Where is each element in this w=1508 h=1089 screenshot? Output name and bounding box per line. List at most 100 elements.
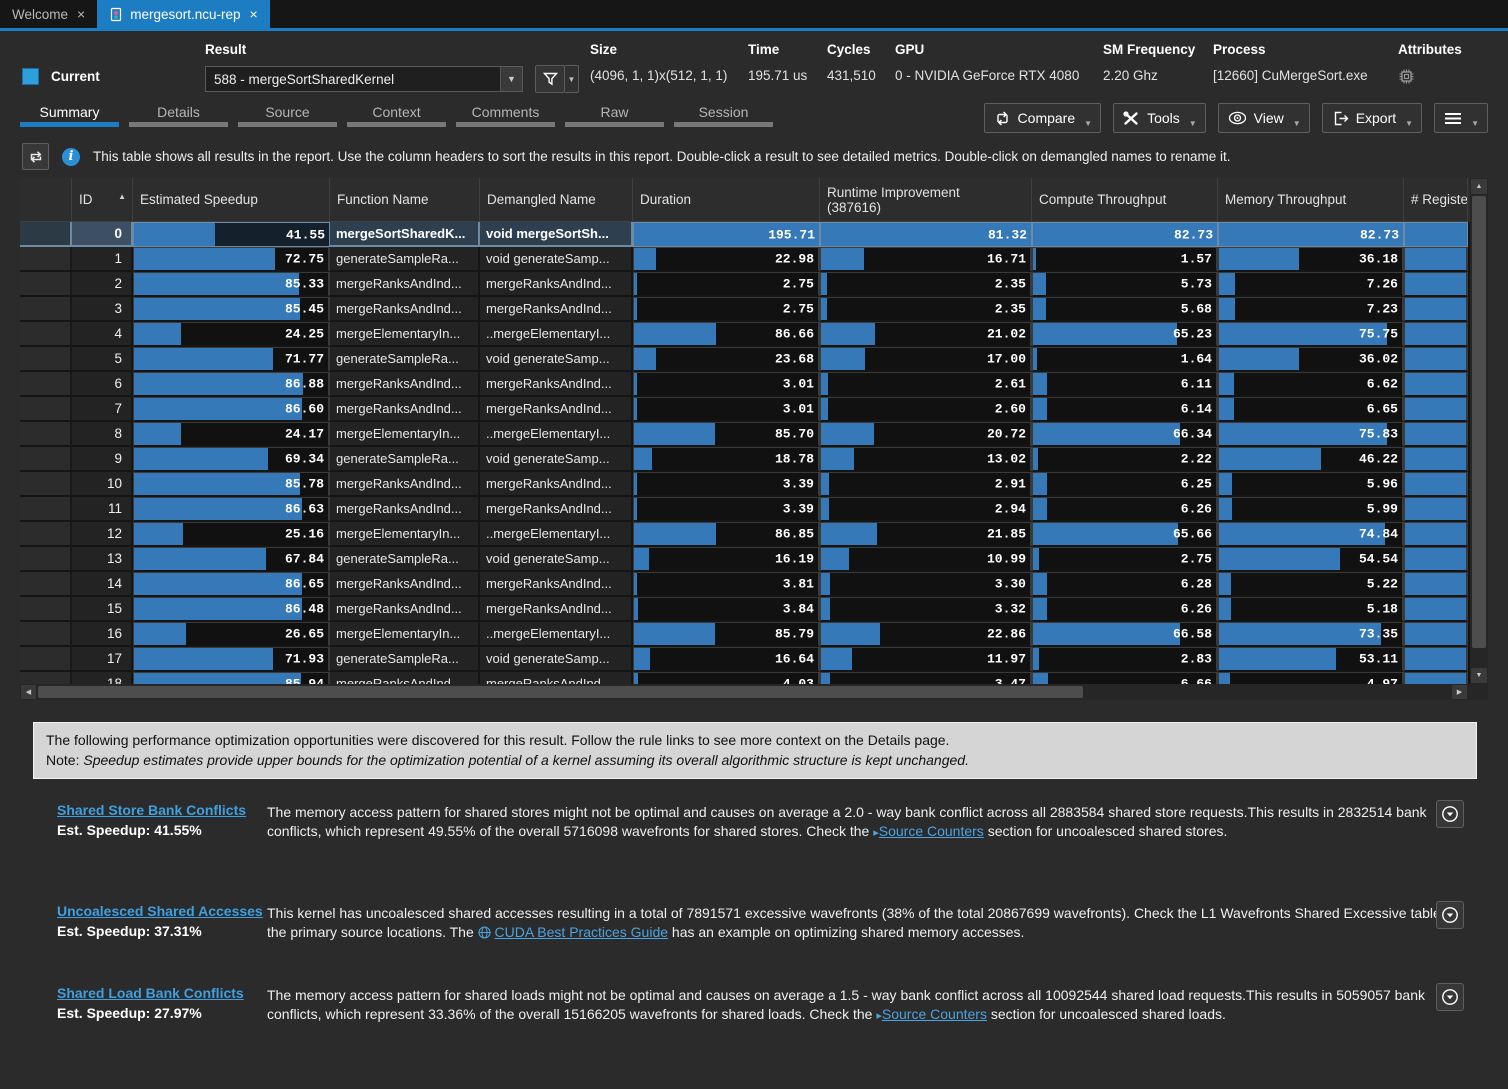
row-handle[interactable] <box>20 597 72 622</box>
cell-duration[interactable]: 85.79 <box>633 622 820 647</box>
cell-registers[interactable] <box>1404 422 1468 447</box>
column-header-duration[interactable]: Duration <box>633 178 820 222</box>
table-row[interactable]: 686.88mergeRanksAndInd...mergeRanksAndIn… <box>20 372 1470 397</box>
cell-id[interactable]: 15 <box>72 597 133 622</box>
row-handle[interactable] <box>20 322 72 347</box>
cell-runtime[interactable]: 3.30 <box>820 572 1032 597</box>
cell-speedup[interactable]: 25.16 <box>133 522 330 547</box>
cell-id[interactable]: 12 <box>72 522 133 547</box>
doc-tab-welcome[interactable]: Welcome× <box>0 0 97 28</box>
scroll-right-button[interactable]: ▶ <box>1452 685 1467 699</box>
cell-speedup[interactable]: 24.25 <box>133 322 330 347</box>
cell-function-name[interactable]: mergeRanksAndInd... <box>330 297 480 322</box>
filter-button[interactable] <box>535 65 565 93</box>
row-handle[interactable] <box>20 247 72 272</box>
cell-compute[interactable]: 2.75 <box>1032 547 1218 572</box>
cell-function-name[interactable]: generateSampleRa... <box>330 447 480 472</box>
scroll-left-button[interactable]: ◀ <box>21 685 36 699</box>
column-header-row-handle[interactable] <box>20 178 72 222</box>
table-row[interactable]: 385.45mergeRanksAndInd...mergeRanksAndIn… <box>20 297 1470 322</box>
cell-registers[interactable] <box>1404 297 1468 322</box>
cell-duration[interactable]: 3.01 <box>633 372 820 397</box>
horizontal-scrollbar[interactable]: ◀ ▶ <box>20 684 1488 700</box>
inline-link[interactable]: CUDA Best Practices Guide <box>495 924 669 940</box>
cell-id[interactable]: 11 <box>72 497 133 522</box>
table-row[interactable]: 041.55mergeSortSharedK...void mergeSortS… <box>20 222 1470 247</box>
cell-registers[interactable] <box>1404 472 1468 497</box>
table-row[interactable]: 824.17mergeElementaryIn.....mergeElement… <box>20 422 1470 447</box>
cell-duration[interactable]: 16.64 <box>633 647 820 672</box>
tab-session[interactable]: Session <box>674 104 773 127</box>
cell-compute[interactable]: 5.73 <box>1032 272 1218 297</box>
row-handle[interactable] <box>20 447 72 472</box>
cell-speedup[interactable]: 86.65 <box>133 572 330 597</box>
cell-runtime[interactable]: 2.35 <box>820 297 1032 322</box>
cell-function-name[interactable]: generateSampleRa... <box>330 547 480 572</box>
row-handle[interactable] <box>20 372 72 397</box>
cell-duration[interactable]: 195.71 <box>633 222 820 247</box>
cell-speedup[interactable]: 71.77 <box>133 347 330 372</box>
row-handle[interactable] <box>20 497 72 522</box>
cell-function-name[interactable]: mergeRanksAndInd... <box>330 597 480 622</box>
cell-id[interactable]: 18 <box>72 672 133 684</box>
tab-summary[interactable]: Summary <box>20 104 119 127</box>
cell-compute[interactable]: 66.58 <box>1032 622 1218 647</box>
cell-runtime[interactable]: 21.02 <box>820 322 1032 347</box>
cell-compute[interactable]: 2.22 <box>1032 447 1218 472</box>
cell-duration[interactable]: 3.39 <box>633 497 820 522</box>
export-button[interactable]: Export▼ <box>1322 103 1422 133</box>
cell-id[interactable]: 3 <box>72 297 133 322</box>
cell-memory[interactable]: 54.54 <box>1218 547 1404 572</box>
cell-demangled-name[interactable]: void mergeSortSh... <box>480 222 633 247</box>
cell-demangled-name[interactable]: mergeRanksAndInd... <box>480 572 633 597</box>
column-header--registe[interactable]: # Registe <box>1404 178 1468 222</box>
cell-function-name[interactable]: generateSampleRa... <box>330 647 480 672</box>
cell-runtime[interactable]: 81.32 <box>820 222 1032 247</box>
row-handle[interactable] <box>20 297 72 322</box>
cell-speedup[interactable]: 86.60 <box>133 397 330 422</box>
cell-compute[interactable]: 6.25 <box>1032 472 1218 497</box>
cell-runtime[interactable]: 21.85 <box>820 522 1032 547</box>
row-handle[interactable] <box>20 347 72 372</box>
cell-runtime[interactable]: 2.35 <box>820 272 1032 297</box>
cell-speedup[interactable]: 86.88 <box>133 372 330 397</box>
tools-button[interactable]: Tools▼ <box>1113 103 1206 133</box>
cell-registers[interactable] <box>1404 597 1468 622</box>
cell-compute[interactable]: 6.11 <box>1032 372 1218 397</box>
cell-memory[interactable]: 7.23 <box>1218 297 1404 322</box>
cell-memory[interactable]: 75.75 <box>1218 322 1404 347</box>
cell-duration[interactable]: 86.85 <box>633 522 820 547</box>
cell-memory[interactable]: 73.35 <box>1218 622 1404 647</box>
table-row[interactable]: 1885.94mergeRanksAndInd...mergeRanksAndI… <box>20 672 1470 684</box>
cell-runtime[interactable]: 17.00 <box>820 347 1032 372</box>
cell-function-name[interactable]: mergeRanksAndInd... <box>330 397 480 422</box>
cell-memory[interactable]: 36.02 <box>1218 347 1404 372</box>
cell-compute[interactable]: 66.34 <box>1032 422 1218 447</box>
cell-registers[interactable] <box>1404 522 1468 547</box>
cell-duration[interactable]: 3.01 <box>633 397 820 422</box>
tab-source[interactable]: Source <box>238 104 337 127</box>
row-handle[interactable] <box>20 672 72 684</box>
cell-demangled-name[interactable]: void generateSamp... <box>480 547 633 572</box>
cell-demangled-name[interactable]: ..mergeElementaryI... <box>480 522 633 547</box>
cell-registers[interactable] <box>1404 672 1468 684</box>
cell-compute[interactable]: 82.73 <box>1032 222 1218 247</box>
inline-link[interactable]: Source Counters <box>879 823 984 839</box>
cell-memory[interactable]: 5.22 <box>1218 572 1404 597</box>
cell-runtime[interactable]: 2.94 <box>820 497 1032 522</box>
cell-memory[interactable]: 53.11 <box>1218 647 1404 672</box>
column-header-id[interactable]: ID▲ <box>72 178 133 222</box>
cell-memory[interactable]: 5.96 <box>1218 472 1404 497</box>
table-row[interactable]: 1586.48mergeRanksAndInd...mergeRanksAndI… <box>20 597 1470 622</box>
row-handle[interactable] <box>20 547 72 572</box>
cell-runtime[interactable]: 2.91 <box>820 472 1032 497</box>
scroll-down-button[interactable]: ▼ <box>1471 668 1487 683</box>
cell-registers[interactable] <box>1404 347 1468 372</box>
row-handle[interactable] <box>20 422 72 447</box>
cell-demangled-name[interactable]: mergeRanksAndInd... <box>480 272 633 297</box>
cell-speedup[interactable]: 85.78 <box>133 472 330 497</box>
cell-demangled-name[interactable]: mergeRanksAndInd... <box>480 297 633 322</box>
rule-collapse-button[interactable] <box>1436 901 1464 929</box>
cell-function-name[interactable]: mergeSortSharedK... <box>330 222 480 247</box>
table-row[interactable]: 1367.84generateSampleRa...void generateS… <box>20 547 1470 572</box>
